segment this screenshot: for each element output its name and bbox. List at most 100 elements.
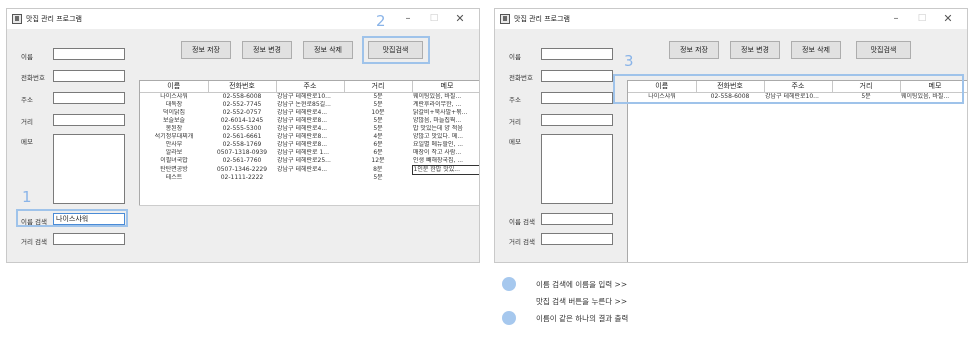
column-header[interactable]: 주소 — [764, 81, 833, 93]
distance-search-input[interactable] — [53, 233, 125, 245]
name-search-input[interactable]: 나이스샤워 — [53, 213, 125, 225]
table-row[interactable]: 봉된장 02-555-5300 강남구 테헤란로4... 5분 밥 맛있는데 양 적음 — [140, 124, 479, 133]
step-1-marker: 1 — [22, 188, 32, 206]
table-cell: 강남구 테헤란로4... — [277, 108, 328, 116]
table-cell: 보슬보슬 — [162, 116, 186, 124]
table-row[interactable]: 석기정부대찌개 02-561-6661 강남구 테헤란로8... 4분 양많고 맛있다.… — [140, 132, 479, 141]
table-cell: 02-6014-1245 — [220, 116, 264, 124]
table-row[interactable]: 나이스샤워 02-558-6008 강남구 테헤란로10... 5분 웨이팅있음, 바질… — [628, 92, 967, 101]
table-row[interactable]: 탄탄면공방 0507-1346-2229 강남구 테헤란로4... 8분 1인분 한밥 … — [140, 164, 479, 175]
column-header[interactable]: 이름 — [628, 81, 697, 93]
table-cell: 강남구 테헤란로10... — [277, 92, 331, 100]
table-cell: 5분 — [861, 92, 871, 100]
table-cell: 강남구 테헤란로8... — [277, 140, 328, 148]
table-cell: 덕이닭집 — [162, 108, 186, 116]
close-icon[interactable]: ✕ — [449, 11, 471, 26]
table-row[interactable]: 알라보 0507-1318-0939 강남구 테헤란로 1... 6분 매장이 작고 사… — [140, 148, 479, 157]
step-2-marker: 2 — [376, 12, 386, 30]
table-row[interactable]: 테스트 02-1111-2222 5분 — [140, 174, 479, 182]
maximize-icon[interactable]: □ — [911, 11, 933, 26]
address-input[interactable] — [53, 92, 125, 104]
memo-label: 메모 — [21, 138, 33, 146]
search-button[interactable]: 맛집검색 — [856, 41, 911, 59]
table-cell: 5분 — [373, 116, 383, 124]
minimize-icon[interactable]: – — [397, 11, 419, 26]
table-cell: 강남구 테헤란로10... — [765, 92, 819, 100]
table-cell: 나이스샤워 — [648, 92, 676, 100]
app-icon — [12, 14, 22, 24]
table-row[interactable]: 덕이닭집 02-552-0757 강남구 테헤란로4... 10분 닭갈비+묵사발+볶.… — [140, 108, 479, 117]
distance-input[interactable] — [541, 114, 613, 126]
name-search-label: 이름 검색 — [21, 218, 47, 226]
save-button[interactable]: 정보 저장 — [181, 41, 231, 59]
phone-input[interactable] — [541, 70, 613, 82]
table-cell: 02-552-7745 — [222, 100, 262, 108]
distance-search-label: 거리 검색 — [509, 238, 535, 246]
table-cell: 매장이 작고 사람... — [413, 148, 462, 156]
title-bar: 맛집 관리 프로그램 – □ ✕ — [7, 9, 479, 29]
phone-label: 전화번호 — [21, 74, 45, 82]
table-cell: 양많음, 마늘칩뭑... — [413, 116, 462, 124]
table-row[interactable]: 보슬보슬 02-6014-1245 강남구 테헤란로8... 5분 양많음, 마늘칩뭑.… — [140, 116, 479, 125]
table-cell: 강남구 테헤란로25... — [277, 156, 331, 164]
address-label: 주소 — [21, 96, 33, 104]
table-cell: 인생 빼해장국집, ... — [413, 156, 464, 164]
result-table[interactable]: 이름 전화번호 주소 거리 메모 나이스샤워 02-558-6008 강남구 테헤란로10.… — [627, 80, 967, 262]
name-input[interactable] — [541, 48, 613, 60]
table-row[interactable]: 대독장 02-552-7745 강남구 논현로85길... 5분 계란후라이무한, ..… — [140, 100, 479, 109]
memo-textarea[interactable] — [53, 134, 125, 204]
table-cell: 닭갈비+묵사발+볶... — [413, 108, 468, 116]
delete-button[interactable]: 정보 삭제 — [791, 41, 841, 59]
app-window-after: 맛집 관리 프로그램 – □ ✕ 이름 전화번호 주소 거리 메모 이름 검색 … — [494, 8, 968, 263]
table-cell: 02-558-6008 — [710, 92, 750, 100]
table-cell: 5분 — [373, 174, 383, 181]
column-header[interactable]: 메모 — [412, 81, 479, 93]
table-cell — [412, 174, 479, 182]
table-row[interactable]: 나이스샤워 02-558-6008 강남구 테헤란로10... 5분 웨이팅있음, 바질… — [140, 92, 479, 101]
table-cell: 강남구 테헤란로 1... — [277, 148, 329, 156]
close-icon[interactable]: ✕ — [937, 11, 959, 26]
column-header[interactable]: 메모 — [900, 81, 967, 93]
column-header[interactable]: 전화번호 — [696, 81, 765, 93]
legend-text-3: 이름이 같은 하나의 결과 출력 — [536, 314, 629, 323]
table-cell — [276, 174, 344, 182]
table-cell: 02-1111-2222 — [220, 174, 264, 181]
name-input[interactable] — [53, 48, 125, 60]
column-header[interactable]: 이름 — [140, 81, 209, 93]
table-cell: 강남구 테헤란로8... — [277, 132, 328, 140]
name-label: 이름 — [21, 53, 33, 61]
column-header[interactable]: 거리 — [832, 81, 901, 93]
table-cell: 봉된장 — [165, 124, 183, 132]
address-label: 주소 — [509, 96, 521, 104]
address-input[interactable] — [541, 92, 613, 104]
step-3-marker: 3 — [624, 52, 634, 70]
column-header[interactable]: 주소 — [276, 81, 345, 93]
distance-label: 거리 — [509, 118, 521, 126]
maximize-icon[interactable]: □ — [423, 11, 445, 26]
edit-button[interactable]: 정보 변경 — [730, 41, 780, 59]
table-cell: 6분 — [373, 140, 383, 148]
minimize-icon[interactable]: – — [885, 11, 907, 26]
phone-input[interactable] — [53, 70, 125, 82]
table-cell: 6분 — [373, 148, 383, 156]
delete-button[interactable]: 정보 삭제 — [303, 41, 353, 59]
table-cell: 석기정부대찌개 — [154, 132, 194, 140]
table-row[interactable]: 이필녀국밥 02-561-7760 강남구 테헤란로25... 12분 인생 빼해장국집… — [140, 156, 479, 166]
table-cell: 나이스샤워 — [160, 92, 188, 100]
legend-text-1: 이름 검색에 이름을 입력 >> — [536, 280, 628, 289]
table-row[interactable]: 안사부 02-558-1769 강남구 테헤란로8... 6분 요일별 메뉴할인, ..… — [140, 140, 479, 149]
distance-search-input[interactable] — [541, 233, 613, 245]
column-header[interactable]: 전화번호 — [208, 81, 277, 93]
name-search-input[interactable] — [541, 213, 613, 225]
search-button[interactable]: 맛집검색 — [368, 41, 423, 59]
table-cell: 02-558-1769 — [222, 140, 262, 148]
save-button[interactable]: 정보 저장 — [669, 41, 719, 59]
memo-textarea[interactable] — [541, 134, 613, 204]
edit-button[interactable]: 정보 변경 — [242, 41, 292, 59]
name-label: 이름 — [509, 53, 521, 61]
table-cell: 계란후라이무한, ... — [413, 100, 462, 108]
distance-input[interactable] — [53, 114, 125, 126]
column-header[interactable]: 거리 — [344, 81, 413, 93]
table-cell: 5분 — [373, 124, 383, 132]
table-cell: 이필녀국밥 — [160, 156, 188, 164]
